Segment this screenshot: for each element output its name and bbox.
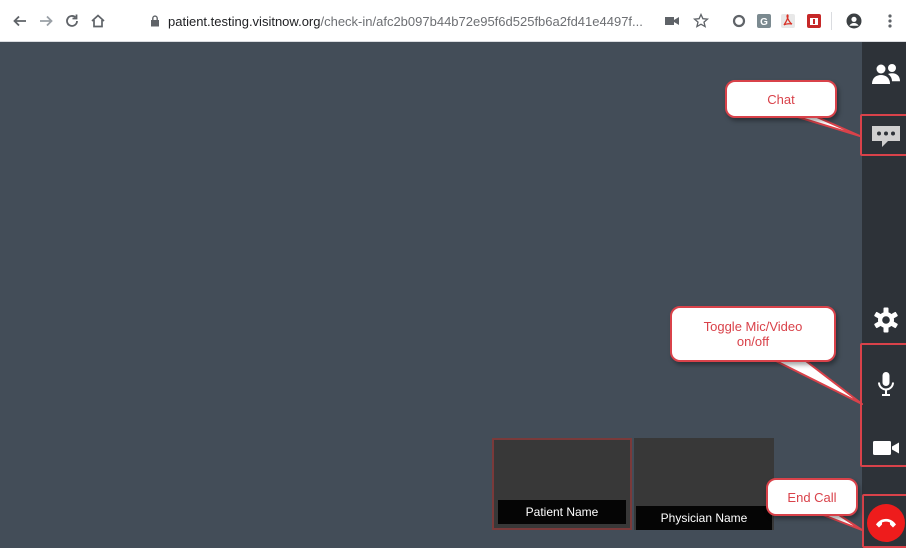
camera-icon[interactable] <box>664 13 680 29</box>
toggle-callout-line-2: on/off <box>736 334 770 349</box>
browser-toolbar: patient.testing.visitnow.org/check-in/af… <box>0 0 906 42</box>
profile-icon[interactable] <box>846 13 862 29</box>
toggle-mic-video-callout: Toggle Mic/Video on/off <box>670 306 836 362</box>
settings-icon <box>872 306 900 339</box>
address-bar[interactable]: patient.testing.visitnow.org/check-in/af… <box>148 9 716 33</box>
patient-video-tile: Patient Name <box>492 438 632 530</box>
url-path: /check-in/afc2b097b44b72e95f6d525fb6a2fd… <box>320 13 643 29</box>
pdf-extension-icon[interactable] <box>780 13 796 29</box>
back-arrow-icon[interactable] <box>10 11 30 31</box>
physician-video-tile: Physician Name <box>634 438 774 530</box>
chat-highlight-box <box>860 114 906 156</box>
home-icon[interactable] <box>88 11 108 31</box>
physician-name-label: Physician Name <box>636 506 772 530</box>
lock-icon <box>148 14 162 28</box>
calendar-extension-icon[interactable] <box>806 13 822 29</box>
end-call-callout-text: End Call <box>787 489 837 505</box>
url-host: patient.testing.visitnow.org <box>168 13 321 29</box>
extension-circle-icon[interactable] <box>731 13 747 29</box>
toolbar-divider <box>831 12 832 30</box>
url-text: patient.testing.visitnow.org/check-in/af… <box>168 14 643 29</box>
reload-icon[interactable] <box>62 11 82 31</box>
chat-callout-text: Chat <box>767 91 795 107</box>
menu-icon[interactable] <box>882 13 898 29</box>
extension-g-icon[interactable]: G <box>756 13 772 29</box>
toggle-callout-line-1: Toggle Mic/Video <box>703 319 803 334</box>
mic-video-highlight-box <box>860 343 906 467</box>
participants-icon <box>871 63 901 90</box>
end-call-callout: End Call <box>766 478 858 516</box>
end-call-highlight-box <box>862 494 906 548</box>
forward-arrow-icon[interactable] <box>36 11 56 31</box>
svg-text:G: G <box>760 17 768 28</box>
star-icon[interactable] <box>693 13 709 29</box>
chat-callout: Chat <box>725 80 837 118</box>
patient-name-label: Patient Name <box>498 500 626 524</box>
settings-button[interactable] <box>862 300 906 344</box>
participants-button[interactable] <box>862 54 906 98</box>
